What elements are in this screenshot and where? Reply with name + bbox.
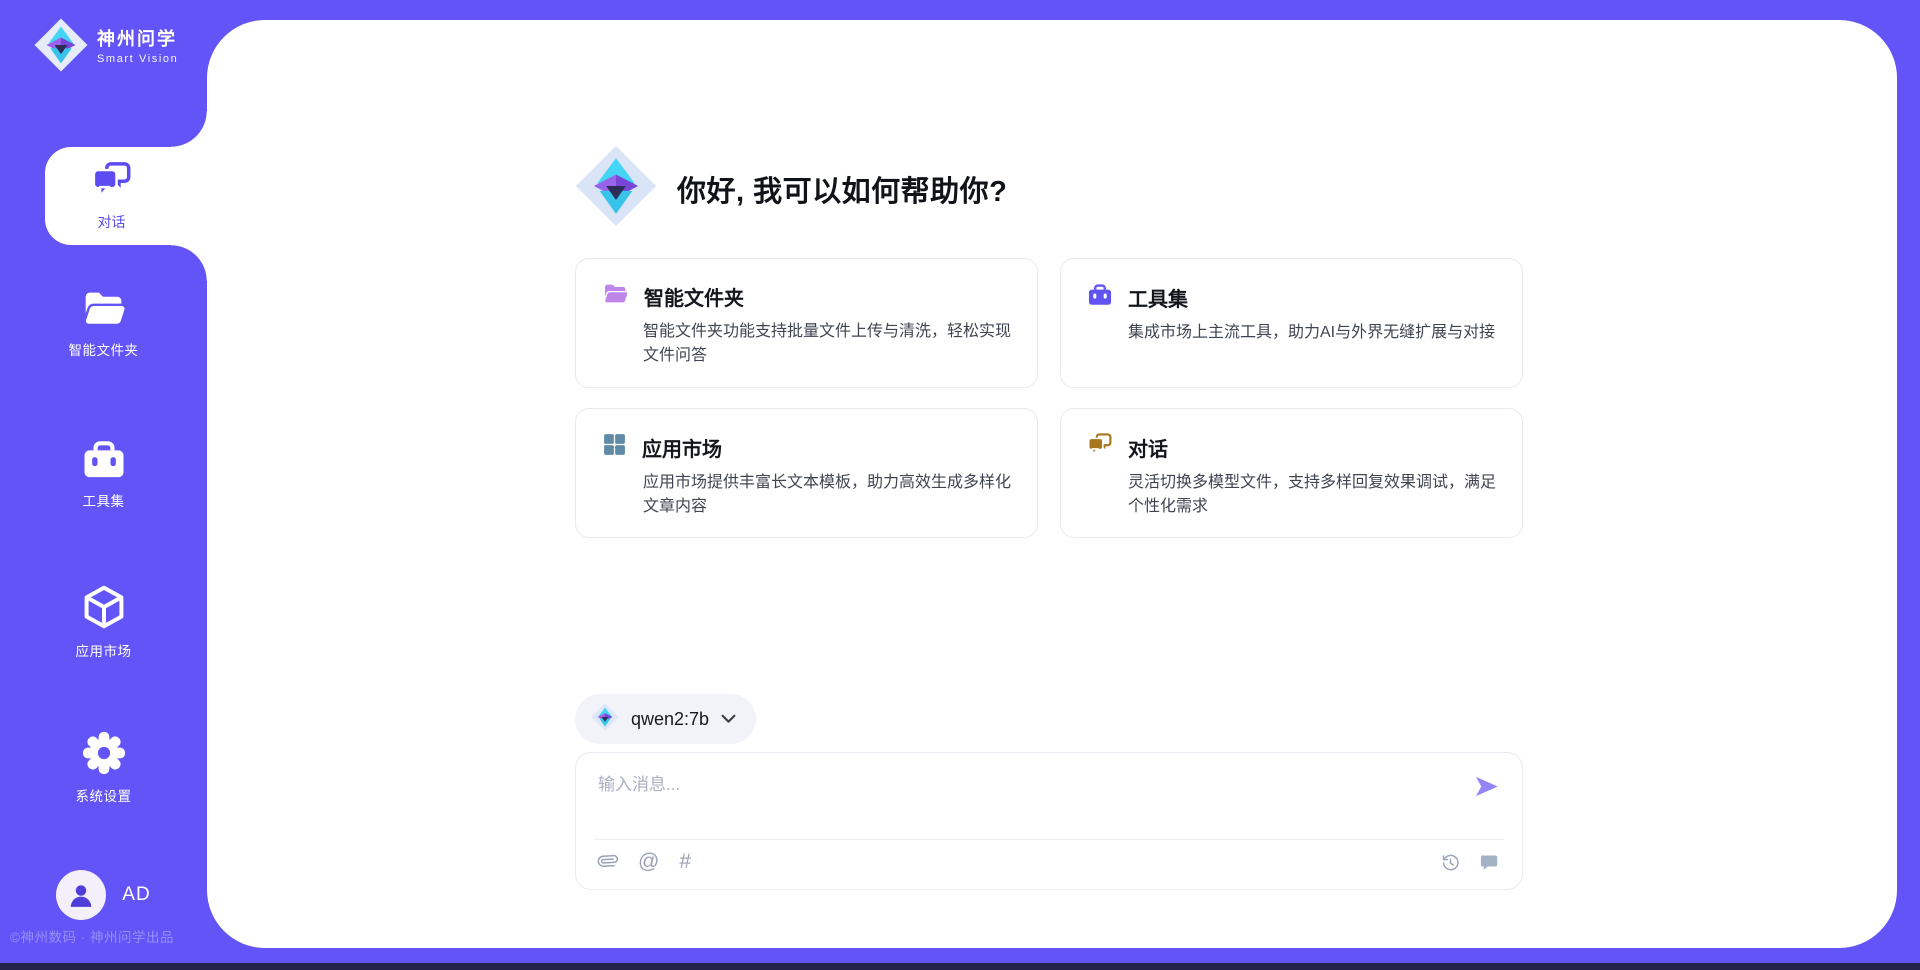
card-description: 应用市场提供丰富长文本模板，助力高效生成多样化文章内容 [643,471,1011,519]
cube-icon [0,583,207,631]
card-smart-folder[interactable]: 智能文件夹 智能文件夹功能支持批量文件上传与清洗，轻松实现文件问答 [575,258,1038,388]
chevron-down-icon [721,714,736,724]
sidebar-item-label: 对话 [98,212,126,232]
toolbox-icon [0,437,207,481]
card-description: 灵活切换多模型文件，支持多样回复效果调试，满足个性化需求 [1128,471,1496,519]
model-selector[interactable]: qwen2:7b [575,694,756,744]
sidebar-item-label: 应用市场 [0,640,207,660]
sidebar-item-smart-folder[interactable]: 智能文件夹 [0,288,207,359]
user-initials: AD [122,884,150,906]
send-icon[interactable] [1473,773,1500,800]
grid-icon [602,432,627,462]
card-app-market[interactable]: 应用市场 应用市场提供丰富长文本模板，助力高效生成多样化文章内容 [575,408,1038,538]
tab-fillet-top [171,111,207,147]
model-name: qwen2:7b [631,709,709,730]
attachment-icon[interactable] [598,850,618,872]
card-title: 智能文件夹 [644,282,744,311]
user-profile[interactable]: AD [0,870,207,920]
brand-name: 神州问学 [97,29,178,50]
composer-divider [594,839,1504,840]
card-title: 应用市场 [642,433,722,462]
card-title: 工具集 [1128,283,1188,312]
sidebar-item-label: 智能文件夹 [0,339,207,359]
window-bottom-edge [0,963,1920,970]
card-title: 对话 [1128,433,1168,462]
greeting: 你好, 我可以如何帮助你? [575,145,1007,232]
toolbox-icon [1087,282,1113,312]
app-window: 神州问学 Smart Vision 对话 智能文件 [0,0,1920,970]
chat-bubble-icon[interactable] [1479,852,1500,873]
sidebar-item-toolset[interactable]: 工具集 [0,437,207,510]
tab-fillet-bottom [171,245,207,281]
mention-icon[interactable]: @ [638,851,659,872]
folder-icon [0,288,207,330]
card-description: 集成市场上主流工具，助力AI与外界无缝扩展与对接 [1128,321,1496,345]
sidebar-item-chat[interactable]: 对话 [45,147,220,245]
chat-bubbles-icon [1087,432,1113,462]
card-toolset[interactable]: 工具集 集成市场上主流工具，助力AI与外界无缝扩展与对接 [1060,258,1523,388]
message-composer: @ # [575,752,1523,890]
sidebar-item-label: 工具集 [0,490,207,510]
card-description: 智能文件夹功能支持批量文件上传与清洗，轻松实现文件问答 [643,320,1011,368]
brand-diamond-icon [34,18,88,77]
person-icon [66,880,96,910]
copyright-footer: ©神州数码 · 神州问学出品 [10,926,230,946]
folder-icon [602,282,629,311]
avatar [56,870,106,920]
feature-cards: 智能文件夹 智能文件夹功能支持批量文件上传与清洗，轻松实现文件问答 工具集 集成… [575,258,1523,538]
brand-subtitle: Smart Vision [97,53,178,66]
greeting-text: 你好, 我可以如何帮助你? [677,168,1007,210]
history-icon[interactable] [1440,852,1461,873]
gear-icon [0,730,207,776]
model-logo-icon [591,703,619,736]
message-input[interactable] [596,768,1450,830]
sidebar-item-app-market[interactable]: 应用市场 [0,583,207,660]
sidebar-item-settings[interactable]: 系统设置 [0,730,207,805]
card-chat[interactable]: 对话 灵活切换多模型文件，支持多样回复效果调试，满足个性化需求 [1060,408,1523,538]
hashtag-icon[interactable]: # [679,851,691,872]
brand-logo: 神州问学 Smart Vision [34,18,178,77]
assistant-logo-icon [575,145,657,232]
chat-bubbles-icon [91,160,133,205]
sidebar-item-label: 系统设置 [0,785,207,805]
